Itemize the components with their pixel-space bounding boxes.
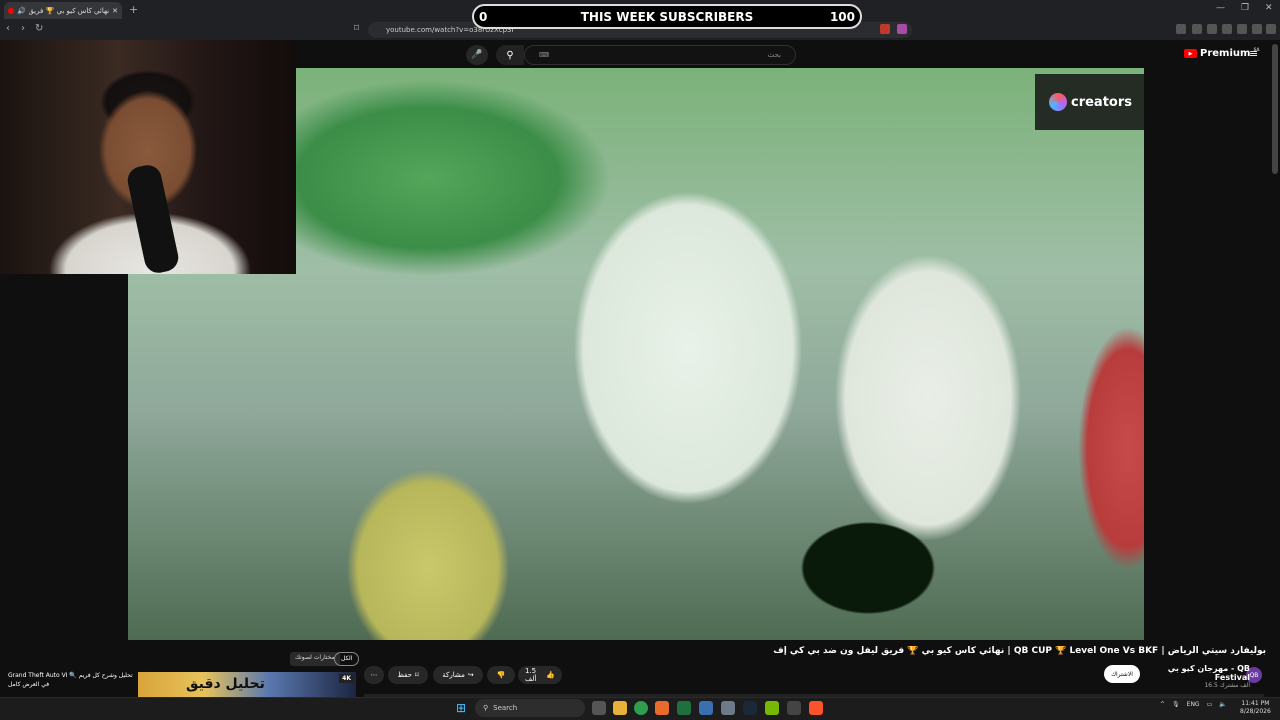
brave-icon[interactable] [809, 701, 823, 715]
recommendation-title[interactable]: Grand Theft Auto VI 🔍 تحليل وشرح كل فريم… [8, 671, 136, 689]
clock-date: 8/28/2026 [1240, 708, 1271, 715]
keyboard-icon[interactable]: ⌨ [539, 51, 549, 59]
tab-close-icon[interactable]: ✕ [112, 7, 118, 15]
close-window-button[interactable]: ✕ [1265, 3, 1273, 13]
thumbs-up-icon: 👍 [546, 671, 555, 679]
dislike-button[interactable]: 👎 [487, 666, 515, 684]
forward-icon[interactable]: › [21, 23, 25, 34]
extension-icon[interactable] [1176, 24, 1186, 34]
browser-tab[interactable]: 🔊 نهائي كأس كيو بي 🏆 فريق ل ✕ [4, 2, 122, 19]
chip-all[interactable]: الكل [334, 652, 360, 666]
share-label: مشاركة [442, 671, 465, 679]
volume-icon[interactable]: 🔈 [1219, 701, 1226, 708]
channel-name[interactable]: مهرجان كيو بي - QB Festival [1140, 664, 1250, 682]
back-icon[interactable]: ‹ [6, 23, 10, 34]
taskbar-search-label: Search [493, 704, 518, 712]
creators-text: creators [1071, 94, 1133, 110]
creators-watermark: creators [1035, 74, 1144, 130]
nvidia-icon[interactable] [765, 701, 779, 715]
scrollbar[interactable] [1272, 44, 1278, 174]
save-button[interactable]: حفظ ⌑ [388, 666, 428, 684]
bookmark-icon[interactable]: ⌑ [354, 23, 359, 34]
thumbnail-text: تحليل دقيق [186, 676, 265, 692]
logo-text: Premium [1200, 48, 1251, 59]
share-button[interactable]: مشاركة ↪ [433, 666, 483, 684]
maximize-button[interactable]: ❐ [1241, 3, 1249, 13]
clock[interactable]: 11:41 PM 8/28/2026 [1240, 700, 1271, 716]
like-count: 1.5 ألف [525, 667, 537, 683]
media-icon[interactable] [1192, 24, 1202, 34]
sidebar-icon[interactable] [1207, 24, 1217, 34]
system-tray[interactable]: ^ 🎙 ENG ▭ 🔈 [1160, 701, 1227, 708]
chip-tooltip: مختارات لصوتك [290, 652, 340, 666]
search-button[interactable]: ⚲ [496, 45, 524, 65]
more-actions-button[interactable]: ⋯ [364, 666, 384, 684]
app-icon[interactable] [655, 701, 669, 715]
search-placeholder: بحث [767, 51, 781, 59]
channel-subscribers: 16.5 ألف مشترك [1204, 682, 1250, 689]
tray-mic-icon[interactable]: 🎙 [1172, 701, 1180, 708]
obs-icon[interactable] [787, 701, 801, 715]
language-indicator[interactable]: ENG [1187, 701, 1200, 708]
search-input[interactable]: ⌨ بحث [524, 45, 796, 65]
brave-shield-icon[interactable] [880, 24, 890, 34]
settings-icon[interactable] [721, 701, 735, 715]
share-icon: ↪ [467, 671, 474, 679]
notepad-icon[interactable] [699, 701, 713, 715]
voice-search-icon[interactable]: 🎤 [466, 45, 488, 65]
creators-logo-icon [1049, 93, 1067, 111]
taskbar-search-icon: ⚲ [483, 704, 489, 712]
like-button[interactable]: 1.5 ألف 👍 [518, 666, 562, 684]
video-title: نهائي كأس كيو بي 🏆 فريق ليفل ون ضد بي كي… [773, 646, 1266, 656]
profile-icon[interactable] [1252, 24, 1262, 34]
bookmark-save-icon: ⌑ [414, 671, 419, 679]
subs-title: THIS WEEK SUBSCRIBERS [580, 9, 754, 24]
browser-menu-icon[interactable] [1266, 24, 1276, 34]
clock-time: 11:41 PM [1241, 700, 1270, 707]
chrome-icon[interactable] [634, 701, 648, 715]
youtube-favicon-icon [8, 7, 14, 14]
windows-start-icon[interactable]: ⊞ [456, 701, 466, 715]
wallet-icon[interactable] [1222, 24, 1232, 34]
search-icon: ⚲ [506, 49, 514, 61]
new-tab-button[interactable]: + [129, 3, 138, 16]
taskbar-search[interactable]: ⚲ Search [475, 699, 585, 717]
subscriber-goal-overlay: 0 THIS WEEK SUBSCRIBERS 100 [472, 4, 862, 29]
file-explorer-icon[interactable] [613, 701, 627, 715]
tab-title: نهائي كأس كيو بي 🏆 فريق ل [28, 6, 110, 15]
minimize-button[interactable]: — [1216, 3, 1225, 13]
save-label: حفظ [397, 671, 412, 679]
steam-icon[interactable] [743, 701, 757, 715]
audio-icon[interactable]: 🔊 [17, 7, 26, 15]
tray-chevron-icon[interactable]: ^ [1160, 701, 1165, 708]
rewards-icon[interactable] [897, 24, 907, 34]
channel-info[interactable]: مهرجان كيو بي - QB Festival 16.5 ألف مشت… [1140, 664, 1250, 689]
subscribe-button[interactable]: الاشتراك [1104, 665, 1140, 683]
task-view-icon[interactable] [592, 701, 606, 715]
network-icon[interactable]: ▭ [1207, 701, 1213, 708]
play-logo-icon: ▶ [1184, 49, 1197, 58]
recommendation-thumbnail[interactable]: تحليل دقيق 4K [138, 672, 356, 698]
quality-badge: 4K [339, 674, 354, 683]
thumbs-down-icon: 👎 [496, 671, 506, 679]
excel-icon[interactable] [677, 701, 691, 715]
vpn-icon[interactable] [1237, 24, 1247, 34]
hamburger-menu-icon[interactable]: ≡ [1249, 47, 1258, 60]
reload-icon[interactable]: ↻ [35, 23, 43, 34]
